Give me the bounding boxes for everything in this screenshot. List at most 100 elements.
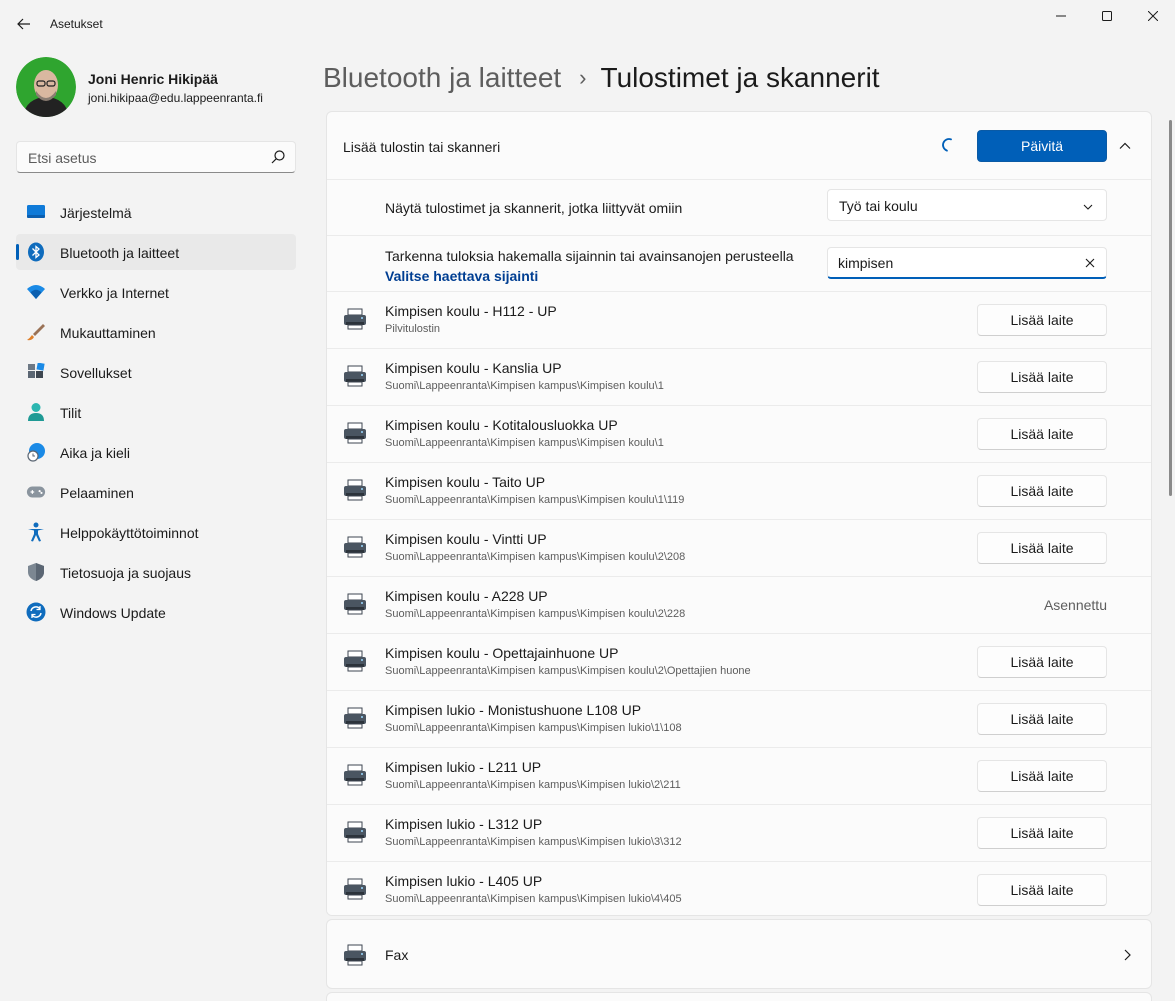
accessibility-icon bbox=[26, 522, 46, 542]
printer-row: Kimpisen lukio - Monistushuone L108 UP Su… bbox=[327, 691, 1151, 748]
printer-list: Kimpisen koulu - H112 - UP Pilvitulostin L… bbox=[327, 292, 1151, 915]
filter-scope-label: Näytä tulostimet ja skannerit, jotka lii… bbox=[385, 200, 683, 216]
search-placeholder: Etsi asetus bbox=[28, 150, 97, 166]
sidebar-item-accessibility[interactable]: Helppokäyttötoiminnot bbox=[16, 514, 296, 550]
printer-location: Suomi\Lappeenranta\Kimpisen kampus\Kimpi… bbox=[385, 608, 686, 620]
printer-name: Kimpisen koulu - Kanslia UP bbox=[385, 360, 562, 376]
sidebar-item-label: Tietosuoja ja suojaus bbox=[60, 565, 192, 581]
sidebar-item-label: Järjestelmä bbox=[60, 205, 132, 221]
chevron-right-icon bbox=[1121, 948, 1133, 962]
add-device-button[interactable]: Lisää laite bbox=[977, 817, 1107, 849]
sidebar-item-personalization[interactable]: Mukauttaminen bbox=[16, 314, 296, 350]
close-button[interactable] bbox=[1130, 4, 1175, 28]
shield-icon bbox=[26, 563, 46, 581]
scrollbar[interactable] bbox=[1169, 120, 1172, 496]
add-device-button[interactable]: Lisää laite bbox=[977, 532, 1107, 564]
refine-label: Tarkenna tuloksia hakemalla sijainnin ta… bbox=[385, 248, 794, 264]
add-printer-header[interactable]: Lisää tulostin tai skanneri Päivitä bbox=[327, 112, 1151, 180]
printer-name: Kimpisen lukio - L211 UP bbox=[385, 759, 542, 775]
printer-icon bbox=[343, 536, 367, 558]
add-device-button[interactable]: Lisää laite bbox=[977, 646, 1107, 678]
add-device-button[interactable]: Lisää laite bbox=[977, 361, 1107, 393]
add-device-button[interactable]: Lisää laite bbox=[977, 703, 1107, 735]
sidebar-item-label: Mukauttaminen bbox=[60, 325, 156, 341]
sidebar-item-apps[interactable]: Sovellukset bbox=[16, 354, 296, 390]
add-printer-card: Lisää tulostin tai skanneri Päivitä Näyt… bbox=[326, 111, 1152, 916]
printer-icon bbox=[343, 707, 367, 729]
printer-row: Kimpisen lukio - L312 UP Suomi\Lappeenran… bbox=[327, 805, 1151, 862]
printer-name: Kimpisen koulu - Taito UP bbox=[385, 474, 546, 490]
sidebar-item-label: Tilit bbox=[60, 405, 82, 421]
printer-name: Kimpisen koulu - Opettajainhuone UP bbox=[385, 645, 619, 661]
fax-label: Fax bbox=[385, 947, 409, 963]
chevron-up-icon[interactable] bbox=[1117, 138, 1133, 154]
printer-location: Suomi\Lappeenranta\Kimpisen kampus\Kimpi… bbox=[385, 380, 664, 392]
refine-search-row: Tarkenna tuloksia hakemalla sijainnin ta… bbox=[327, 236, 1151, 292]
sidebar-item-bluetooth[interactable]: Bluetooth ja laitteet bbox=[16, 234, 296, 270]
scope-dropdown-value: Työ tai koulu bbox=[839, 198, 918, 214]
printer-location: Suomi\Lappeenranta\Kimpisen kampus\Kimpi… bbox=[385, 779, 681, 791]
printer-icon bbox=[343, 308, 367, 330]
add-device-button[interactable]: Lisää laite bbox=[977, 418, 1107, 450]
clear-icon[interactable] bbox=[1084, 256, 1096, 268]
breadcrumb-separator: › bbox=[579, 65, 587, 90]
printer-name: Kimpisen koulu - A228 UP bbox=[385, 588, 548, 604]
sidebar-item-system[interactable]: Järjestelmä bbox=[16, 194, 296, 230]
breadcrumb-parent-link[interactable]: Bluetooth ja laitteet bbox=[323, 62, 561, 94]
sidebar-item-label: Helppokäyttötoiminnot bbox=[60, 525, 199, 541]
minimize-button[interactable] bbox=[1038, 4, 1084, 28]
sidebar-nav: Järjestelmä Bluetooth ja laitteet Verkko… bbox=[16, 194, 296, 634]
avatar bbox=[16, 57, 76, 117]
brush-icon bbox=[26, 323, 46, 341]
printer-location: Suomi\Lappeenranta\Kimpisen kampus\Kimpi… bbox=[385, 437, 664, 449]
apps-icon bbox=[26, 363, 46, 381]
printer-icon bbox=[343, 479, 367, 501]
sidebar-item-windows-update[interactable]: Windows Update bbox=[16, 594, 296, 630]
update-icon bbox=[26, 602, 46, 622]
sidebar-item-label: Bluetooth ja laitteet bbox=[60, 245, 180, 261]
printer-icon bbox=[343, 821, 367, 843]
add-device-button[interactable]: Lisää laite bbox=[977, 475, 1107, 507]
printer-row: Kimpisen koulu - A228 UP Suomi\Lappeenran… bbox=[327, 577, 1151, 634]
scope-dropdown[interactable]: Työ tai koulu bbox=[827, 189, 1107, 221]
gamepad-icon bbox=[26, 483, 46, 501]
sidebar-item-network[interactable]: Verkko ja Internet bbox=[16, 274, 296, 310]
printer-location: Suomi\Lappeenranta\Kimpisen kampus\Kimpi… bbox=[385, 551, 686, 563]
sidebar-item-time-language[interactable]: Aika ja kieli bbox=[16, 434, 296, 470]
add-printer-label: Lisää tulostin tai skanneri bbox=[343, 139, 501, 155]
sidebar-item-label: Verkko ja Internet bbox=[60, 285, 169, 301]
printer-location: Suomi\Lappeenranta\Kimpisen kampus\Kimpi… bbox=[385, 722, 682, 734]
search-icon[interactable] bbox=[271, 150, 285, 164]
sidebar-item-accounts[interactable]: Tilit bbox=[16, 394, 296, 430]
sidebar-item-label: Aika ja kieli bbox=[60, 445, 131, 461]
add-device-button[interactable]: Lisää laite bbox=[977, 760, 1107, 792]
profile-name: Joni Henric Hikipää bbox=[88, 71, 218, 87]
title-bar: Asetukset bbox=[0, 0, 1175, 48]
printer-name: Kimpisen koulu - Vintti UP bbox=[385, 531, 547, 547]
printer-row: Kimpisen koulu - Kotitalousluokka UP Suom… bbox=[327, 406, 1151, 463]
maximize-button[interactable] bbox=[1084, 4, 1130, 28]
back-arrow-icon[interactable] bbox=[12, 12, 36, 36]
printer-row: Kimpisen koulu - Taito UP Suomi\Lappeenra… bbox=[327, 463, 1151, 520]
breadcrumb: Bluetooth ja laitteet › Tulostimet ja sk… bbox=[323, 58, 880, 98]
printer-icon bbox=[343, 422, 367, 444]
add-device-button[interactable]: Lisää laite bbox=[977, 874, 1107, 906]
sidebar-item-privacy[interactable]: Tietosuoja ja suojaus bbox=[16, 554, 296, 590]
user-profile: Joni Henric Hikipää joni.hikipaa@edu.lap… bbox=[16, 57, 296, 117]
wifi-icon bbox=[26, 283, 46, 301]
sidebar-item-gaming[interactable]: Pelaaminen bbox=[16, 474, 296, 510]
printer-search-input[interactable]: kimpisen bbox=[827, 247, 1107, 279]
account-icon bbox=[26, 403, 46, 421]
refresh-button[interactable]: Päivitä bbox=[977, 130, 1107, 162]
add-device-button[interactable]: Lisää laite bbox=[977, 304, 1107, 336]
loading-spinner-icon bbox=[941, 137, 957, 153]
settings-search-input[interactable]: Etsi asetus bbox=[16, 141, 296, 173]
fax-card[interactable]: Fax bbox=[326, 919, 1152, 989]
printer-row: Kimpisen lukio - L405 UP Suomi\Lappeenran… bbox=[327, 862, 1151, 915]
printer-name: Kimpisen koulu - Kotitalousluokka UP bbox=[385, 417, 618, 433]
printer-icon bbox=[343, 365, 367, 387]
choose-location-link[interactable]: Valitse haettava sijainti bbox=[385, 268, 538, 284]
chevron-down-icon bbox=[1082, 200, 1094, 212]
sidebar-item-label: Windows Update bbox=[60, 605, 166, 621]
printer-name: Kimpisen lukio - Monistushuone L108 UP bbox=[385, 702, 642, 718]
